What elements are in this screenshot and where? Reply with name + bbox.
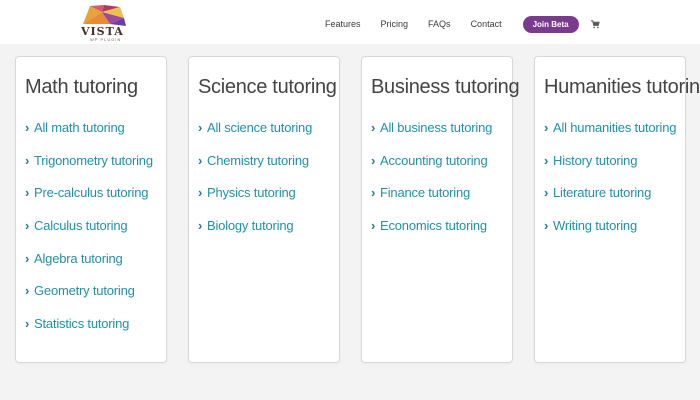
card-link[interactable]: › Accounting tutoring (371, 152, 492, 187)
link-label[interactable]: Geometry tutoring (34, 284, 135, 298)
chevron-right-icon: › (25, 185, 30, 201)
join-beta-button[interactable]: Join Beta (522, 15, 579, 33)
link-label[interactable]: Physics tutoring (207, 186, 296, 200)
chevron-right-icon: › (544, 152, 549, 168)
card-link[interactable]: › All math tutoring (25, 121, 153, 154)
chevron-right-icon: › (198, 152, 203, 168)
nav-pricing[interactable]: Pricing (381, 19, 409, 29)
logo-wordmark: VISTA (81, 25, 124, 38)
link-label[interactable]: Chemistry tutoring (207, 153, 309, 168)
chevron-right-icon: › (544, 218, 549, 234)
card-link[interactable]: › Geometry tutoring (25, 284, 153, 317)
link-label[interactable]: Finance tutoring (380, 186, 470, 200)
card-link[interactable]: › Pre-calculus tutoring (25, 186, 153, 219)
main-nav: Features Pricing FAQs Contact Join Beta (320, 13, 600, 35)
math-tutoring-card: Math tutoring › All math tutoring › Trigon… (15, 56, 167, 363)
science-tutoring-card: Science tutoring › All science tutoring ›… (188, 56, 340, 363)
chevron-right-icon: › (198, 120, 203, 135)
chevron-right-icon: › (371, 218, 376, 234)
link-label[interactable]: All humanities tutoring (553, 121, 677, 135)
link-label[interactable]: All business tutoring (380, 121, 492, 135)
link-label[interactable]: Biology tutoring (207, 219, 294, 233)
link-label[interactable]: Statistics tutoring (34, 317, 129, 331)
card-link[interactable]: › All humanities tutoring (544, 120, 677, 154)
card-link[interactable]: › Calculus tutoring (25, 219, 153, 252)
card-link[interactable]: › Physics tutoring (198, 186, 312, 219)
chevron-right-icon: › (25, 250, 30, 266)
chevron-right-icon: › (371, 120, 376, 135)
chevron-right-icon: › (544, 120, 549, 135)
chevron-right-icon: › (371, 152, 376, 168)
site-header: VISTA WP PLUGIN Features Pricing FAQs Co… (0, 0, 700, 44)
card-link[interactable]: › Trigonometry tutoring (25, 152, 153, 187)
chevron-right-icon: › (198, 218, 203, 234)
link-label[interactable]: All math tutoring (34, 121, 125, 135)
link-label[interactable]: Algebra tutoring (34, 251, 123, 266)
nav-features[interactable]: Features (325, 19, 361, 29)
link-label[interactable]: Calculus tutoring (34, 219, 128, 233)
link-label[interactable]: Accounting tutoring (380, 153, 488, 168)
logo-tagline: WP PLUGIN (90, 37, 122, 42)
card-link[interactable]: › History tutoring (544, 152, 676, 187)
card-link[interactable]: › Writing tutoring (544, 219, 676, 252)
link-label[interactable]: History tutoring (553, 153, 637, 168)
card-links: › All math tutoring › Trigonometry tutorin… (25, 121, 153, 350)
nav-faqs[interactable]: FAQs (428, 19, 451, 29)
card-link[interactable]: › Chemistry tutoring (198, 152, 312, 187)
chevron-right-icon: › (198, 185, 203, 201)
humanities-tutoring-card: Humanities tutoring › All humanities tuto… (534, 56, 700, 363)
card-title: Math tutoring (25, 76, 138, 98)
card-links: › All business tutoring › Accounting tutor… (371, 121, 492, 252)
card-link[interactable]: › Algebra tutoring (25, 250, 153, 285)
vista-logo[interactable]: VISTA WP PLUGIN (80, 4, 128, 42)
link-label[interactable]: Pre-calculus tutoring (34, 186, 149, 200)
chevron-right-icon: › (25, 283, 30, 299)
chevron-right-icon: › (544, 185, 549, 201)
card-link[interactable]: › Economics tutoring (371, 219, 492, 252)
card-link[interactable]: › All business tutoring (371, 121, 492, 154)
chevron-right-icon: › (25, 218, 30, 234)
card-title: Science tutoring (198, 76, 337, 98)
link-label[interactable]: Literature tutoring (553, 186, 651, 200)
card-link[interactable]: › All science tutoring (198, 121, 312, 154)
nav-contact[interactable]: Contact (471, 19, 502, 29)
chevron-right-icon: › (25, 152, 30, 168)
card-link[interactable]: › Finance tutoring (371, 186, 492, 219)
card-link[interactable]: › Literature tutoring (544, 186, 676, 219)
card-links: › All humanities tutoring › History tutori… (544, 120, 677, 252)
card-link[interactable]: › Biology tutoring (198, 219, 312, 252)
link-label[interactable]: All science tutoring (207, 121, 312, 135)
chevron-right-icon: › (25, 120, 30, 135)
card-link[interactable]: › Statistics tutoring (25, 317, 153, 350)
chevron-right-icon: › (25, 316, 30, 332)
chevron-right-icon: › (371, 185, 376, 201)
card-links: › All science tutoring › Chemistry tutorin… (198, 121, 312, 252)
card-title: Humanities tutoring (544, 76, 700, 98)
link-label[interactable]: Trigonometry tutoring (34, 153, 153, 168)
link-label[interactable]: Economics tutoring (380, 219, 487, 233)
card-title: Business tutoring (371, 76, 520, 98)
cart-icon[interactable] (590, 19, 600, 29)
link-label[interactable]: Writing tutoring (553, 219, 637, 233)
business-tutoring-card: Business tutoring › All business tutoring… (361, 56, 520, 363)
